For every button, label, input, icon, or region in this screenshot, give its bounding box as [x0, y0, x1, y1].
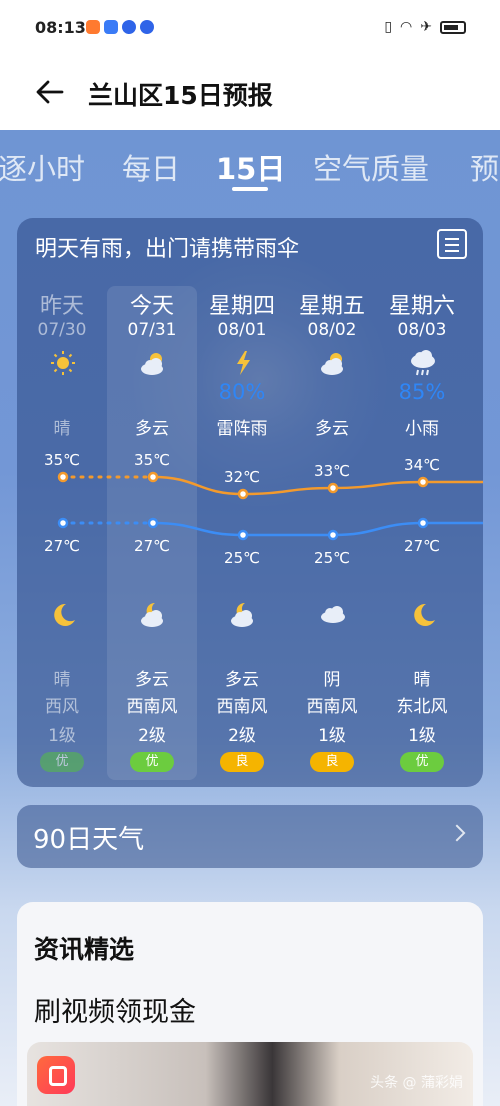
back-arrow-icon[interactable] [34, 76, 66, 108]
weekday-label: 昨天 [39, 294, 84, 319]
tab-daily[interactable]: 每日 [122, 146, 180, 188]
wind-direction: 东北风 [396, 697, 448, 717]
kuaishou-app-icon [37, 1056, 75, 1094]
high-temp: 35℃ [44, 451, 80, 469]
weekday-label: 星期六 [388, 294, 455, 319]
partly-cloudy-icon [321, 353, 343, 375]
aqi-badge: 优 [130, 752, 174, 772]
vibrate-icon: ▯ [384, 19, 393, 35]
notification-icons [86, 20, 154, 34]
baidu-paw-icon-2 [140, 20, 154, 34]
date-label: 08/03 [397, 320, 447, 340]
weekday-label: 今天 [129, 294, 174, 319]
wind-direction: 西南风 [216, 697, 268, 717]
ninety-day-weather-button[interactable]: 90日天气 [17, 805, 483, 868]
date-label: 07/31 [127, 320, 177, 340]
partly-cloudy-icon [141, 353, 163, 375]
status-bar: 08:13 ▯ ◠ ✈ [0, 0, 500, 56]
night-condition: 多云 [225, 670, 259, 690]
night-condition: 多云 [135, 670, 169, 690]
day-condition: 晴 [53, 419, 71, 439]
light-rain-icon [411, 350, 435, 376]
night-condition: 晴 [413, 670, 431, 690]
wind-level: 2级 [138, 726, 166, 746]
cloudy-moon-icon [231, 602, 253, 627]
baidu-paw-icon [122, 20, 136, 34]
forecast-day-column[interactable]: 星期四 08/01 80% 雷阵雨 32℃ 25℃ 多云西南风 2级良 [197, 218, 287, 787]
tab-15-day[interactable]: 15日 [216, 146, 285, 188]
airplane-icon: ✈ [420, 19, 432, 35]
aqi-badge: 优 [400, 752, 444, 772]
tab-active-indicator [232, 187, 268, 191]
page-title: 兰山区15日预报 [88, 81, 273, 110]
ninety-day-label: 90日天气 [33, 825, 145, 855]
day-condition: 小雨 [405, 419, 439, 439]
forecast-card: 明天有雨，出门请携带雨伞 昨天 07/30 晴 35℃ 27℃ 晴西风 1级优今天 07/31… [17, 218, 483, 787]
low-temp: 27℃ [404, 537, 440, 555]
wind-direction: 西南风 [126, 697, 178, 717]
title-bar: 兰山区15日预报 [0, 56, 500, 130]
forecast-day-column[interactable]: 昨天 07/30 晴 35℃ 27℃ 晴西风 1级优 [17, 218, 107, 787]
tab-hourly[interactable]: 逐小时 [0, 146, 85, 188]
watermark: 头条 @ 蒲彩娟 [370, 1075, 463, 1091]
day-condition: 雷阵雨 [216, 419, 268, 439]
tab-air-quality[interactable]: 空气质量 [313, 146, 429, 188]
night-condition: 晴 [53, 670, 71, 690]
app-icon-blue [104, 20, 118, 34]
wind-level: 2级 [228, 726, 256, 746]
forecast-day-column[interactable]: 今天 07/31 多云 35℃ 27℃ 多云西南风 2级优 [107, 218, 197, 787]
wifi-icon: ◠ [400, 19, 413, 35]
cloudy-moon-icon [141, 602, 163, 627]
forecast-day-column[interactable]: 星期六 08/03 85% 小雨 34℃ 27℃ 晴东北风 1级优 [377, 218, 467, 787]
forecast-day-column[interactable]: 星 [467, 218, 483, 787]
aqi-badge: 优 [40, 752, 84, 772]
day-condition: 多云 [315, 419, 349, 439]
night-condition: 阴 [323, 670, 341, 690]
wind-direction: 西南风 [306, 697, 358, 717]
high-temp: 32℃ [224, 468, 260, 486]
news-section: 资讯精选 刷视频领现金 头条 @ 蒲彩娟 [17, 902, 483, 1106]
date-label: 07/30 [37, 320, 87, 340]
date-label: 08/02 [307, 320, 357, 340]
precipitation-chance: 85% [398, 380, 446, 404]
precipitation-chance: 80% [218, 380, 266, 404]
weekday-label: 星期五 [298, 294, 365, 319]
low-temp: 25℃ [224, 549, 260, 567]
moon-icon [54, 603, 75, 626]
aqi-badge: 良 [310, 752, 354, 772]
system-status-icons: ▯ ◠ ✈ [384, 19, 466, 35]
shield-app-icon [86, 20, 100, 34]
wind-direction: 西风 [45, 697, 79, 717]
aqi-badge: 良 [220, 752, 264, 772]
weekday-label: 星期四 [208, 294, 275, 319]
low-temp: 25℃ [314, 549, 350, 567]
sun-icon [51, 351, 75, 375]
news-item-title[interactable]: 刷视频领现金 [34, 990, 196, 1029]
wind-level: 1级 [48, 726, 76, 746]
moon-icon [414, 603, 435, 626]
low-temp: 27℃ [44, 537, 80, 555]
battery-icon [440, 20, 466, 34]
high-temp: 34℃ [404, 456, 440, 474]
wind-level: 1级 [408, 726, 436, 746]
day-condition: 多云 [135, 419, 169, 439]
low-temp: 27℃ [134, 537, 170, 555]
thunderstorm-icon [237, 351, 250, 375]
weekday-label: 星 [467, 288, 483, 320]
high-temp: 35℃ [134, 451, 170, 469]
date-label: 08/01 [217, 320, 267, 340]
forecast-day-column[interactable]: 星期五 08/02 多云 33℃ 25℃ 阴西南风 1级良 [287, 218, 377, 787]
wind-level: 1级 [318, 726, 346, 746]
high-temp: 33℃ [314, 462, 350, 480]
status-time: 08:13 [35, 18, 86, 37]
chevron-right-icon [448, 824, 466, 842]
news-thumbnail[interactable]: 头条 @ 蒲彩娟 [27, 1042, 473, 1106]
tab-more[interactable]: 预 [470, 146, 499, 188]
cloud-icon [321, 606, 345, 623]
news-header: 资讯精选 [34, 935, 135, 964]
